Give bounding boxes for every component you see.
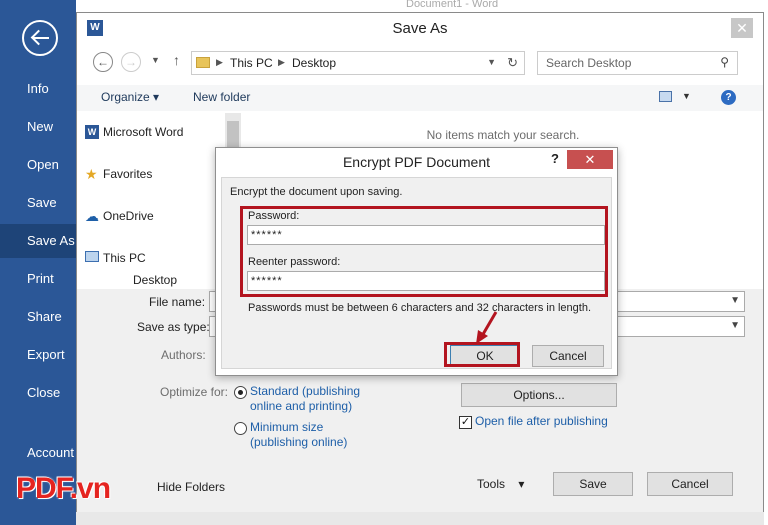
backstage-sidebar: Info New Open Save Save As Print Share E… xyxy=(0,0,76,525)
optimize-for-label: Optimize for: xyxy=(160,385,229,399)
word-doc-icon: W xyxy=(85,125,99,139)
cancel-button[interactable]: Cancel xyxy=(647,472,733,496)
encrypt-cancel-button[interactable]: Cancel xyxy=(532,345,604,367)
save-as-type-label: Save as type: xyxy=(137,320,210,334)
nav-item-desktop[interactable]: Desktop xyxy=(133,273,177,287)
back-arrow-icon[interactable] xyxy=(22,20,58,56)
nav-item-label: OneDrive xyxy=(103,209,154,223)
open-after-checkbox[interactable]: ✓ xyxy=(459,416,472,429)
help-icon[interactable]: ? xyxy=(721,90,736,105)
empty-results-message: No items match your search. xyxy=(426,128,580,142)
view-options-chevron-icon[interactable]: ▼ xyxy=(682,91,691,101)
options-button[interactable]: Options... xyxy=(461,383,617,407)
help-icon[interactable]: ? xyxy=(551,151,559,166)
search-placeholder: Search Desktop xyxy=(546,56,632,70)
breadcrumb-this-pc[interactable]: This PC xyxy=(230,56,273,70)
sidebar-item-new[interactable]: New xyxy=(0,110,76,144)
computer-icon xyxy=(85,251,99,262)
nav-item-microsoft-word[interactable]: W Microsoft Word xyxy=(85,125,184,139)
radio-standard-label[interactable]: Standard (publishing online and printing… xyxy=(250,384,380,414)
save-button[interactable]: Save xyxy=(553,472,633,496)
command-toolbar: Organize ▾ New folder ▼ ? xyxy=(77,85,763,111)
refresh-icon[interactable]: ↻ xyxy=(507,55,518,71)
address-bar-row: ← → ▼ ↑ ▶ This PC ▶ Desktop ▼ ↻ Search D… xyxy=(77,49,763,77)
sidebar-item-print[interactable]: Print xyxy=(0,262,76,296)
save-as-title: Save As xyxy=(392,20,448,37)
up-arrow-icon[interactable]: ↑ xyxy=(173,52,180,68)
sidebar-item-info[interactable]: Info xyxy=(0,72,76,106)
watermark-logo: PDF.vn xyxy=(16,472,111,505)
sidebar-item-account[interactable]: Account xyxy=(0,436,76,470)
radio-minimum-size[interactable] xyxy=(234,422,247,435)
encrypt-close-icon[interactable]: ✕ xyxy=(567,150,613,169)
tools-label: Tools xyxy=(477,477,506,491)
radio-standard[interactable] xyxy=(234,386,247,399)
chevron-down-icon[interactable]: ▼ xyxy=(730,320,740,331)
organize-menu[interactable]: Organize ▾ xyxy=(101,90,159,104)
sidebar-item-share[interactable]: Share xyxy=(0,300,76,334)
back-icon[interactable]: ← xyxy=(93,52,113,72)
change-view-icon[interactable] xyxy=(659,91,672,102)
file-name-label: File name: xyxy=(149,295,206,309)
sidebar-item-open[interactable]: Open xyxy=(0,148,76,182)
hide-folders-toggle[interactable]: Hide Folders xyxy=(157,480,225,494)
nav-item-favorites[interactable]: ★ Favorites xyxy=(85,167,153,181)
behind-window-title: Document1 - Word xyxy=(406,0,499,10)
radio-minimum-label[interactable]: Minimum size (publishing online) xyxy=(250,420,370,450)
nav-item-label: This PC xyxy=(103,251,146,265)
star-icon: ★ xyxy=(85,166,98,182)
password-length-hint: Passwords must be between 6 characters a… xyxy=(248,302,592,314)
save-as-titlebar: W Save As ✕ xyxy=(77,13,763,45)
behind-window-strip: Document1 - Word xyxy=(76,0,768,12)
folder-icon xyxy=(196,57,210,68)
nav-item-label: Desktop xyxy=(133,273,178,287)
nav-item-label: Favorites xyxy=(103,167,153,181)
nav-item-this-pc[interactable]: This PC xyxy=(85,251,146,265)
breadcrumb-desktop[interactable]: Desktop xyxy=(292,56,336,70)
address-dropdown-icon[interactable]: ▼ xyxy=(487,57,496,67)
cloud-icon: ☁ xyxy=(85,208,99,224)
nav-item-label: Microsoft Word xyxy=(103,125,184,139)
authors-label: Authors: xyxy=(161,348,206,362)
forward-icon[interactable]: → xyxy=(121,52,141,72)
password-highlight-box xyxy=(240,206,608,297)
sidebar-item-save-as[interactable]: Save As xyxy=(0,224,76,258)
sidebar-item-export[interactable]: Export xyxy=(0,338,76,372)
breadcrumb-separator-icon: ▶ xyxy=(216,57,223,67)
search-icon[interactable]: ⚲ xyxy=(720,55,729,69)
search-input[interactable]: Search Desktop ⚲ xyxy=(537,51,738,75)
new-folder-button[interactable]: New folder xyxy=(193,90,250,104)
open-after-label[interactable]: Open file after publishing xyxy=(475,414,608,429)
recent-locations-chevron-icon[interactable]: ▼ xyxy=(151,55,160,65)
breadcrumb-separator-icon: ▶ xyxy=(278,57,285,67)
chevron-down-icon[interactable]: ▼ xyxy=(730,295,740,306)
tools-menu[interactable]: Tools ▾ xyxy=(477,477,524,491)
pointer-arrow-icon xyxy=(476,311,498,344)
address-bar[interactable]: ▶ This PC ▶ Desktop ▼ ↻ xyxy=(191,51,525,75)
bottom-scrollbar[interactable] xyxy=(76,512,764,525)
sidebar-item-close[interactable]: Close xyxy=(0,376,76,410)
sidebar-item-save[interactable]: Save xyxy=(0,186,76,220)
encrypt-intro-text: Encrypt the document upon saving. xyxy=(230,186,403,198)
nav-item-onedrive[interactable]: ☁ OneDrive xyxy=(85,209,154,223)
save-as-close-icon[interactable]: ✕ xyxy=(731,18,753,38)
